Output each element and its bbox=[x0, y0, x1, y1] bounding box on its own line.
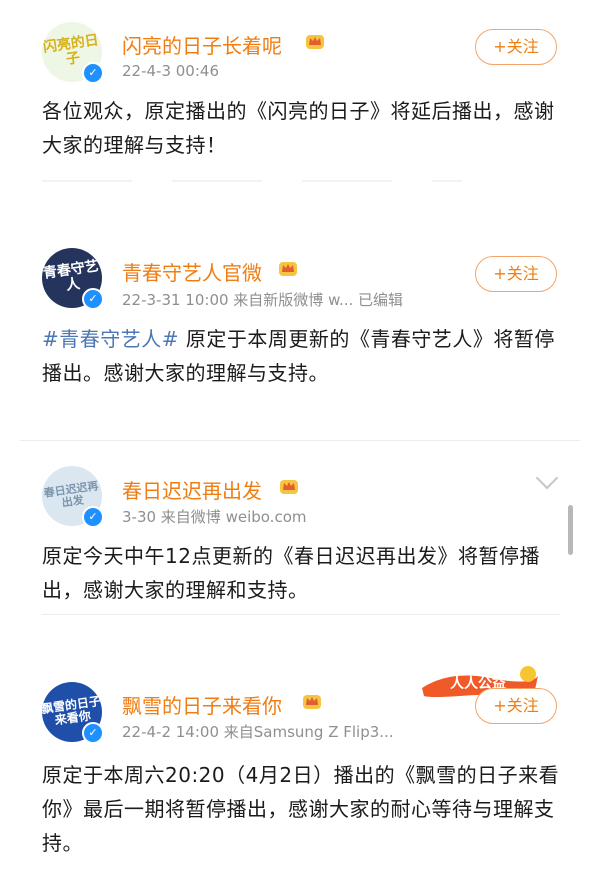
post-meta: 22-3-31 10:00 来自新版微博 w... 已编辑 bbox=[122, 291, 404, 309]
username[interactable]: 闪亮的日子长着呢 bbox=[122, 30, 282, 59]
username[interactable]: 春日迟迟再出发 bbox=[122, 475, 262, 504]
chevron-down-icon[interactable] bbox=[535, 466, 559, 490]
post-content: 原定今天中午12点更新的《春日迟迟再出发》将暂停播出，感谢大家的理解和支持。 bbox=[42, 539, 562, 607]
avatar[interactable]: 春日迟迟再出发 ✓ bbox=[42, 466, 104, 528]
crown-icon bbox=[279, 262, 297, 276]
post-meta: 3-30 来自微博 weibo.com bbox=[122, 508, 307, 526]
post-text: 原定今天中午12点更新的《春日迟迟再出发》将暂停播出，感谢大家的理解和支持。 bbox=[42, 544, 540, 602]
divider bbox=[20, 440, 580, 441]
post-content: 各位观众，原定播出的《闪亮的日子》将延后播出，感谢大家的理解与支持！ bbox=[42, 94, 562, 162]
scrollbar[interactable] bbox=[568, 505, 573, 555]
verified-icon: ✓ bbox=[82, 506, 104, 528]
crown-icon bbox=[303, 695, 321, 709]
verified-icon: ✓ bbox=[82, 288, 104, 310]
avatar[interactable]: 闪亮的日子 ✓ bbox=[42, 22, 104, 84]
verified-icon: ✓ bbox=[82, 722, 104, 744]
username[interactable]: 青春守艺人官微 bbox=[122, 257, 262, 286]
avatar[interactable]: 飘雪的日子来看你 ✓ bbox=[42, 682, 104, 744]
post-content: 原定于本周六20:20（4月2日）播出的《飘雪的日子来看你》最后一期将暂停播出，… bbox=[42, 758, 562, 860]
hashtag-link[interactable]: #青春守艺人# bbox=[42, 327, 179, 351]
divider bbox=[42, 614, 560, 615]
follow-button[interactable]: +关注 bbox=[475, 688, 557, 724]
post-text: 各位观众，原定播出的《闪亮的日子》将延后播出，感谢大家的理解与支持！ bbox=[42, 99, 555, 157]
crown-icon bbox=[280, 480, 298, 494]
avatar[interactable]: 青春守艺人 ✓ bbox=[42, 248, 104, 310]
post-meta: 22-4-3 00:46 bbox=[122, 62, 219, 80]
verified-icon: ✓ bbox=[82, 62, 104, 84]
follow-button[interactable]: +关注 bbox=[475, 29, 557, 65]
post-content: #青春守艺人# 原定于本周更新的《青春守艺人》将暂停播出。感谢大家的理解与支持。 bbox=[42, 322, 562, 390]
follow-button[interactable]: +关注 bbox=[475, 256, 557, 292]
post-meta: 22-4-2 14:00 来自Samsung Z Flip3... bbox=[122, 723, 394, 741]
post-text: 原定于本周六20:20（4月2日）播出的《飘雪的日子来看你》最后一期将暂停播出，… bbox=[42, 763, 560, 855]
crown-icon bbox=[306, 35, 324, 49]
divider bbox=[42, 180, 462, 182]
username[interactable]: 飘雪的日子来看你 bbox=[122, 690, 282, 719]
